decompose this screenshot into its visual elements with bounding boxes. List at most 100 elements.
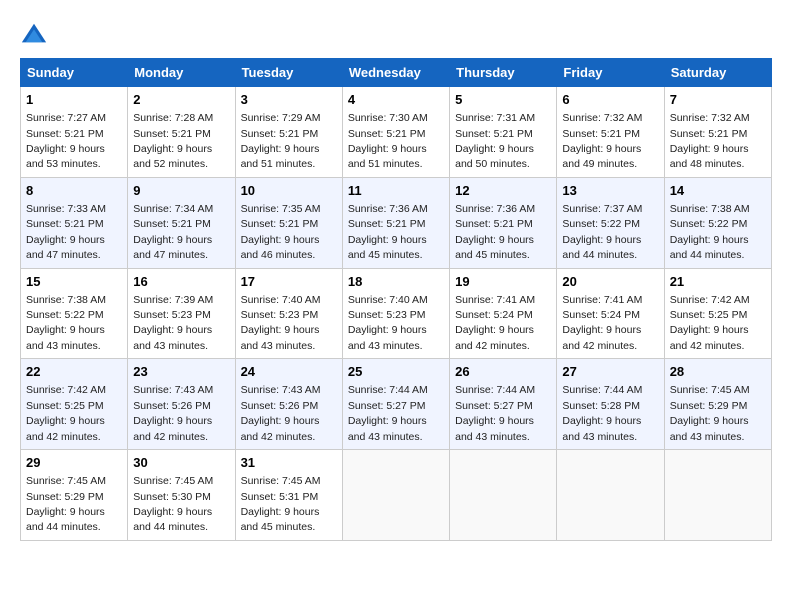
day-info: Sunrise: 7:45 AMSunset: 5:29 PMDaylight:… <box>26 475 106 533</box>
day-cell: 24 Sunrise: 7:43 AMSunset: 5:26 PMDaylig… <box>235 359 342 450</box>
day-info: Sunrise: 7:32 AMSunset: 5:21 PMDaylight:… <box>562 112 642 170</box>
day-info: Sunrise: 7:29 AMSunset: 5:21 PMDaylight:… <box>241 112 321 170</box>
day-number: 28 <box>670 363 766 381</box>
day-number: 15 <box>26 273 122 291</box>
day-number: 9 <box>133 182 229 200</box>
day-info: Sunrise: 7:33 AMSunset: 5:21 PMDaylight:… <box>26 203 106 261</box>
day-info: Sunrise: 7:32 AMSunset: 5:21 PMDaylight:… <box>670 112 750 170</box>
logo <box>20 20 52 48</box>
day-number: 5 <box>455 91 551 109</box>
week-row: 1 Sunrise: 7:27 AMSunset: 5:21 PMDayligh… <box>21 87 772 178</box>
day-number: 20 <box>562 273 658 291</box>
day-cell: 26 Sunrise: 7:44 AMSunset: 5:27 PMDaylig… <box>450 359 557 450</box>
day-cell: 31 Sunrise: 7:45 AMSunset: 5:31 PMDaylig… <box>235 450 342 541</box>
day-cell: 14 Sunrise: 7:38 AMSunset: 5:22 PMDaylig… <box>664 177 771 268</box>
week-row: 29 Sunrise: 7:45 AMSunset: 5:29 PMDaylig… <box>21 450 772 541</box>
day-cell: 18 Sunrise: 7:40 AMSunset: 5:23 PMDaylig… <box>342 268 449 359</box>
day-cell: 13 Sunrise: 7:37 AMSunset: 5:22 PMDaylig… <box>557 177 664 268</box>
day-cell: 5 Sunrise: 7:31 AMSunset: 5:21 PMDayligh… <box>450 87 557 178</box>
day-number: 30 <box>133 454 229 472</box>
header-cell: Wednesday <box>342 59 449 87</box>
day-info: Sunrise: 7:43 AMSunset: 5:26 PMDaylight:… <box>133 384 213 442</box>
day-number: 13 <box>562 182 658 200</box>
day-info: Sunrise: 7:42 AMSunset: 5:25 PMDaylight:… <box>26 384 106 442</box>
day-number: 4 <box>348 91 444 109</box>
day-cell: 9 Sunrise: 7:34 AMSunset: 5:21 PMDayligh… <box>128 177 235 268</box>
calendar-table: SundayMondayTuesdayWednesdayThursdayFrid… <box>20 58 772 541</box>
day-cell: 16 Sunrise: 7:39 AMSunset: 5:23 PMDaylig… <box>128 268 235 359</box>
page-header <box>20 20 772 48</box>
day-cell <box>664 450 771 541</box>
day-number: 3 <box>241 91 337 109</box>
day-cell: 2 Sunrise: 7:28 AMSunset: 5:21 PMDayligh… <box>128 87 235 178</box>
header-cell: Monday <box>128 59 235 87</box>
logo-icon <box>20 20 48 48</box>
week-row: 8 Sunrise: 7:33 AMSunset: 5:21 PMDayligh… <box>21 177 772 268</box>
day-info: Sunrise: 7:35 AMSunset: 5:21 PMDaylight:… <box>241 203 321 261</box>
day-cell: 6 Sunrise: 7:32 AMSunset: 5:21 PMDayligh… <box>557 87 664 178</box>
header-row: SundayMondayTuesdayWednesdayThursdayFrid… <box>21 59 772 87</box>
day-info: Sunrise: 7:45 AMSunset: 5:29 PMDaylight:… <box>670 384 750 442</box>
header-cell: Tuesday <box>235 59 342 87</box>
day-cell: 30 Sunrise: 7:45 AMSunset: 5:30 PMDaylig… <box>128 450 235 541</box>
day-cell: 7 Sunrise: 7:32 AMSunset: 5:21 PMDayligh… <box>664 87 771 178</box>
week-row: 15 Sunrise: 7:38 AMSunset: 5:22 PMDaylig… <box>21 268 772 359</box>
day-number: 19 <box>455 273 551 291</box>
day-number: 16 <box>133 273 229 291</box>
day-cell: 23 Sunrise: 7:43 AMSunset: 5:26 PMDaylig… <box>128 359 235 450</box>
day-info: Sunrise: 7:36 AMSunset: 5:21 PMDaylight:… <box>455 203 535 261</box>
day-info: Sunrise: 7:30 AMSunset: 5:21 PMDaylight:… <box>348 112 428 170</box>
day-cell: 3 Sunrise: 7:29 AMSunset: 5:21 PMDayligh… <box>235 87 342 178</box>
header-cell: Saturday <box>664 59 771 87</box>
day-info: Sunrise: 7:27 AMSunset: 5:21 PMDaylight:… <box>26 112 106 170</box>
day-info: Sunrise: 7:42 AMSunset: 5:25 PMDaylight:… <box>670 294 750 352</box>
day-number: 8 <box>26 182 122 200</box>
day-info: Sunrise: 7:38 AMSunset: 5:22 PMDaylight:… <box>26 294 106 352</box>
day-cell <box>557 450 664 541</box>
day-number: 23 <box>133 363 229 381</box>
day-info: Sunrise: 7:34 AMSunset: 5:21 PMDaylight:… <box>133 203 213 261</box>
day-cell: 20 Sunrise: 7:41 AMSunset: 5:24 PMDaylig… <box>557 268 664 359</box>
day-number: 17 <box>241 273 337 291</box>
day-number: 21 <box>670 273 766 291</box>
day-info: Sunrise: 7:45 AMSunset: 5:31 PMDaylight:… <box>241 475 321 533</box>
day-number: 24 <box>241 363 337 381</box>
day-info: Sunrise: 7:37 AMSunset: 5:22 PMDaylight:… <box>562 203 642 261</box>
day-cell: 21 Sunrise: 7:42 AMSunset: 5:25 PMDaylig… <box>664 268 771 359</box>
week-row: 22 Sunrise: 7:42 AMSunset: 5:25 PMDaylig… <box>21 359 772 450</box>
day-info: Sunrise: 7:41 AMSunset: 5:24 PMDaylight:… <box>455 294 535 352</box>
day-cell: 12 Sunrise: 7:36 AMSunset: 5:21 PMDaylig… <box>450 177 557 268</box>
day-cell: 19 Sunrise: 7:41 AMSunset: 5:24 PMDaylig… <box>450 268 557 359</box>
day-number: 14 <box>670 182 766 200</box>
day-number: 10 <box>241 182 337 200</box>
day-number: 18 <box>348 273 444 291</box>
day-number: 27 <box>562 363 658 381</box>
day-info: Sunrise: 7:31 AMSunset: 5:21 PMDaylight:… <box>455 112 535 170</box>
day-info: Sunrise: 7:38 AMSunset: 5:22 PMDaylight:… <box>670 203 750 261</box>
day-cell <box>342 450 449 541</box>
day-info: Sunrise: 7:44 AMSunset: 5:27 PMDaylight:… <box>348 384 428 442</box>
day-cell: 11 Sunrise: 7:36 AMSunset: 5:21 PMDaylig… <box>342 177 449 268</box>
day-info: Sunrise: 7:45 AMSunset: 5:30 PMDaylight:… <box>133 475 213 533</box>
day-cell: 25 Sunrise: 7:44 AMSunset: 5:27 PMDaylig… <box>342 359 449 450</box>
day-info: Sunrise: 7:40 AMSunset: 5:23 PMDaylight:… <box>241 294 321 352</box>
header-cell: Friday <box>557 59 664 87</box>
day-cell <box>450 450 557 541</box>
day-number: 11 <box>348 182 444 200</box>
day-number: 22 <box>26 363 122 381</box>
day-cell: 1 Sunrise: 7:27 AMSunset: 5:21 PMDayligh… <box>21 87 128 178</box>
day-info: Sunrise: 7:28 AMSunset: 5:21 PMDaylight:… <box>133 112 213 170</box>
day-cell: 10 Sunrise: 7:35 AMSunset: 5:21 PMDaylig… <box>235 177 342 268</box>
day-info: Sunrise: 7:44 AMSunset: 5:28 PMDaylight:… <box>562 384 642 442</box>
day-info: Sunrise: 7:40 AMSunset: 5:23 PMDaylight:… <box>348 294 428 352</box>
day-number: 7 <box>670 91 766 109</box>
day-cell: 15 Sunrise: 7:38 AMSunset: 5:22 PMDaylig… <box>21 268 128 359</box>
day-number: 2 <box>133 91 229 109</box>
day-cell: 28 Sunrise: 7:45 AMSunset: 5:29 PMDaylig… <box>664 359 771 450</box>
day-cell: 4 Sunrise: 7:30 AMSunset: 5:21 PMDayligh… <box>342 87 449 178</box>
day-info: Sunrise: 7:44 AMSunset: 5:27 PMDaylight:… <box>455 384 535 442</box>
day-number: 26 <box>455 363 551 381</box>
day-info: Sunrise: 7:43 AMSunset: 5:26 PMDaylight:… <box>241 384 321 442</box>
day-info: Sunrise: 7:39 AMSunset: 5:23 PMDaylight:… <box>133 294 213 352</box>
day-number: 31 <box>241 454 337 472</box>
